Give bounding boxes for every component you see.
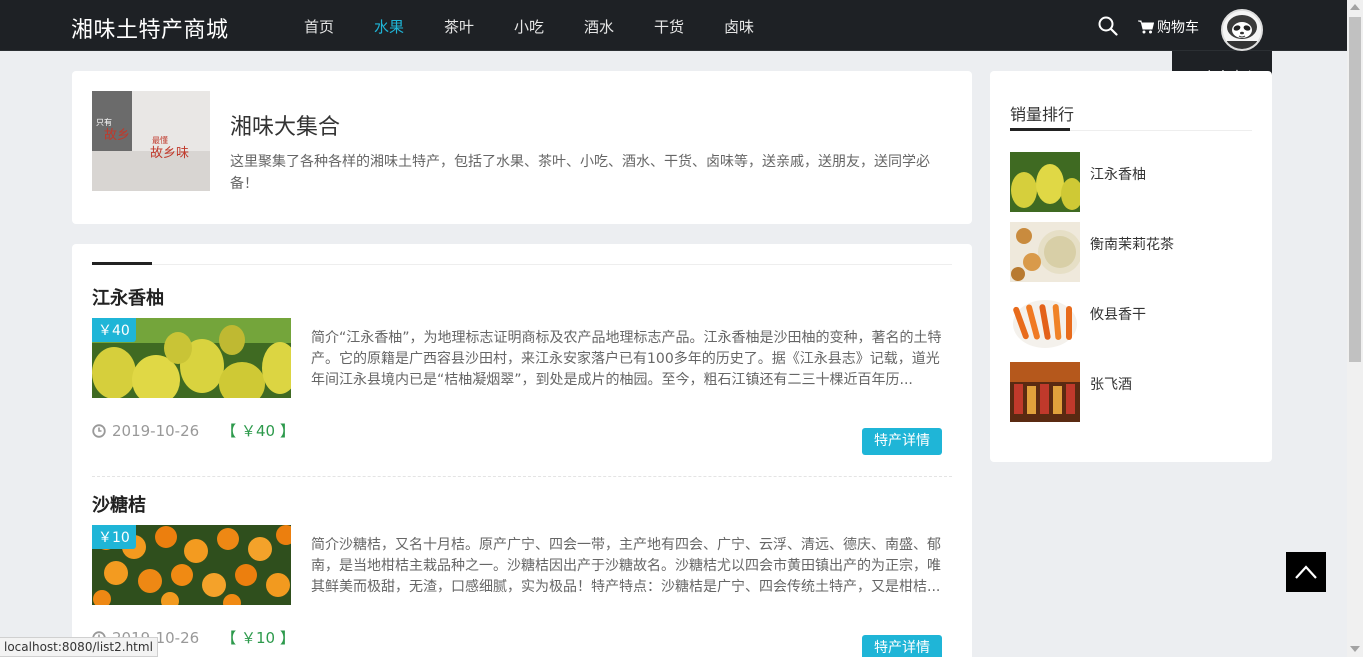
item-separator (92, 476, 952, 477)
price-badge: ￥10 (92, 525, 136, 549)
nav-wine[interactable]: 酒水 (584, 16, 654, 37)
product-price: ￥40 (240, 422, 276, 440)
list-divider (92, 264, 952, 265)
link-status-bar: localhost:8080/list2.html (0, 637, 158, 657)
price-badge: ￥40 (92, 318, 136, 342)
product-date: 2019-10-26 (112, 421, 200, 440)
ranking-item-image[interactable] (1010, 222, 1080, 282)
sales-ranking-card: 销量排行 江永香柚 衡南茉莉花茶 攸县香干 张飞酒 (990, 71, 1272, 462)
product-list-card: 江永香柚 ￥40 简介“江永香柚”，为地理标志证明商标及农产品地理标志产品。江永… (72, 244, 972, 657)
main-nav: 首页 水果 茶叶 小吃 酒水 干货 卤味 (304, 16, 794, 37)
user-avatar[interactable] (1221, 9, 1263, 51)
product-detail-button[interactable]: 特产详情 (862, 635, 942, 657)
back-to-top-button[interactable] (1286, 552, 1326, 592)
cart-icon (1138, 20, 1154, 34)
product-price: ￥10 (240, 629, 276, 647)
ranking-item[interactable]: 江永香柚 (1010, 152, 1252, 212)
sloth-avatar-icon (1223, 11, 1261, 49)
product-item: 沙糖桔 ￥10 简介沙糖桔，又名十月桔。原产广宁、四会一带，主产地有四会、广宁、… (92, 491, 952, 657)
ranking-item[interactable]: 张飞酒 (1010, 362, 1252, 422)
list-tab-indicator (92, 262, 152, 265)
clock-icon (92, 423, 106, 438)
top-navbar: 湘味土特产商城 首页 水果 茶叶 小吃 酒水 干货 卤味 购物车 (0, 0, 1347, 51)
ranking-item-image[interactable] (1010, 152, 1080, 212)
product-detail-button[interactable]: 特产详情 (862, 428, 942, 455)
intro-thumb-line-2: 故乡 (104, 128, 130, 143)
intro-card: 只有 故乡 最懂 故乡味 湘味大集合 这里聚集了各种各样的湘味土特产，包括了水果… (72, 71, 972, 224)
ranking-item-name[interactable]: 江永香柚 (1090, 164, 1146, 184)
intro-image: 只有 故乡 最懂 故乡味 (92, 91, 210, 191)
product-price-wrap: 【 ￥10 】 (221, 629, 295, 647)
nav-braised[interactable]: 卤味 (724, 16, 794, 37)
intro-thumb-line-4: 故乡味 (150, 146, 189, 161)
chevron-up-icon (1295, 565, 1317, 579)
product-description: 简介沙糖桔，又名十月桔。原产广宁、四会一带，主产地有四会、广宁、云浮、清远、德庆… (311, 537, 941, 595)
intro-thumb-line-3: 最懂 (152, 135, 168, 145)
product-name[interactable]: 沙糖桔 (92, 491, 952, 517)
cart-link[interactable]: 购物车 (1138, 17, 1199, 37)
product-price-wrap: 【 ￥40 】 (221, 422, 295, 440)
nav-home[interactable]: 首页 (304, 16, 374, 37)
nav-dried[interactable]: 干货 (654, 16, 724, 37)
ranking-tab-indicator (1010, 128, 1070, 131)
cart-label: 购物车 (1157, 20, 1199, 36)
scroll-down-arrow-icon[interactable] (1350, 646, 1360, 652)
scroll-up-arrow-icon[interactable] (1350, 4, 1360, 10)
product-meta: 2019-10-26 【 ￥40 】 (92, 420, 295, 441)
nav-tea[interactable]: 茶叶 (444, 16, 514, 37)
product-image[interactable]: ￥40 (92, 318, 291, 398)
intro-thumb-line-1: 只有 (96, 117, 112, 127)
product-description: 简介“江永香柚”，为地理标志证明商标及农产品地理标志产品。江永香柚是沙田柚的变种… (311, 330, 942, 388)
product-image[interactable]: ￥10 (92, 525, 291, 605)
product-name[interactable]: 江永香柚 (92, 284, 952, 310)
ranking-title: 销量排行 (1010, 105, 1075, 124)
site-brand[interactable]: 湘味土特产商城 (71, 12, 229, 44)
intro-title: 湘味大集合 (230, 115, 341, 140)
ranking-item-name[interactable]: 张飞酒 (1090, 374, 1132, 394)
intro-description: 这里聚集了各种各样的湘味土特产，包括了水果、茶叶、小吃、酒水、干货、卤味等，送亲… (230, 154, 930, 192)
nav-snack[interactable]: 小吃 (514, 16, 584, 37)
ranking-item-name[interactable]: 攸县香干 (1090, 304, 1146, 324)
nav-fruit[interactable]: 水果 (374, 16, 444, 37)
ranking-item-image[interactable] (1010, 362, 1080, 422)
product-item: 江永香柚 ￥40 简介“江永香柚”，为地理标志证明商标及农产品地理标志产品。江永… (92, 284, 952, 477)
ranking-item-image[interactable] (1010, 292, 1080, 352)
ranking-item[interactable]: 攸县香干 (1010, 292, 1252, 352)
ranking-item[interactable]: 衡南茉莉花茶 (1010, 222, 1252, 282)
ranking-item-name[interactable]: 衡南茉莉花茶 (1090, 234, 1174, 254)
search-icon[interactable] (1098, 16, 1118, 36)
scrollbar-thumb[interactable] (1349, 17, 1361, 362)
